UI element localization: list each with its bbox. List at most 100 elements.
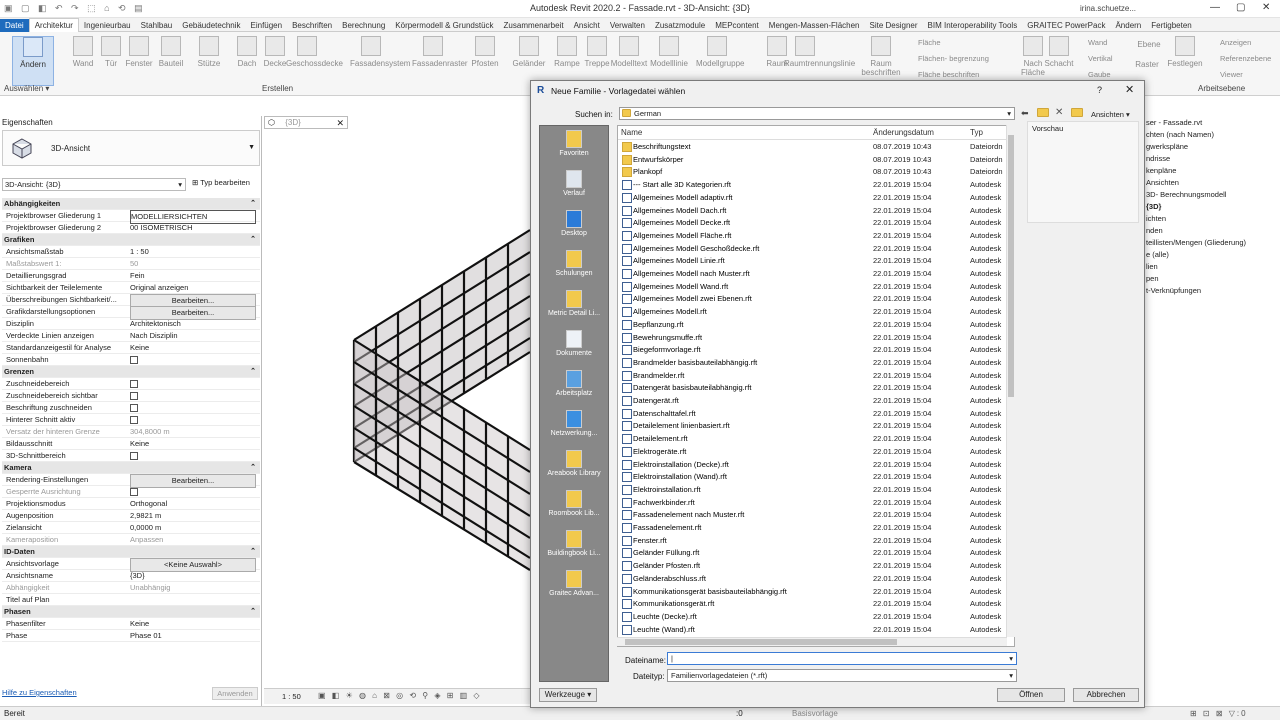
up-folder-icon[interactable] [1037,108,1049,119]
tab-14[interactable]: Mengen-Massen-Flächen [764,19,865,33]
cancel-button[interactable]: Abbrechen [1073,688,1139,702]
opening-wall-button[interactable]: Wand [1088,38,1107,47]
tab-13[interactable]: MEPcontent [710,19,764,33]
checkbox[interactable] [130,416,138,424]
place-item[interactable]: Roombook Lib... [540,490,608,517]
instance-filter-select[interactable]: 3D-Ansicht: {3D} ▾ [2,178,186,191]
browser-item[interactable]: t-Verknüpfungen [1146,286,1201,295]
place-item[interactable]: Buildingbook Li... [540,530,608,557]
place-item[interactable]: Desktop [540,210,608,237]
browser-item[interactable]: kenpläne [1146,166,1176,175]
file-row[interactable]: Elektrogeräte.rft 22.01.2019 15:04 Autodes… [618,446,1006,458]
column-date[interactable]: Änderungsdatum [873,128,934,137]
scroll-thumb[interactable] [1008,135,1014,397]
place-item[interactable]: Favoriten [540,130,608,157]
property-value[interactable]: Original anzeigen [130,282,256,294]
property-value[interactable]: Anpassen [130,534,256,546]
tab-2[interactable]: Ingenieurbau [79,19,136,33]
selection-filter-icons[interactable]: ⊞ ⊡ ⊠ ▽:0 [1190,707,1248,720]
tab-11[interactable]: Verwalten [605,19,650,33]
property-value[interactable]: Keine [130,342,256,354]
property-group[interactable]: Phasen ⌃ [2,606,260,618]
file-row[interactable]: Kommunikationsgerät.rft 22.01.2019 15:04 A… [618,598,1006,610]
property-group[interactable]: Abhängigkeiten ⌃ [2,198,260,210]
place-item[interactable]: Graitec Advan... [540,570,608,597]
browser-item[interactable]: pen [1146,274,1159,283]
file-row[interactable]: Fassadenelement nach Muster.rft 22.01.201… [618,509,1006,521]
browser-item[interactable]: {3D} [1146,202,1161,211]
view-scale[interactable]: 1 : 50 [282,692,301,701]
opening-dormer-button[interactable]: Gaube [1088,70,1111,79]
tab-16[interactable]: BIM Interoperability Tools [923,19,1023,33]
help-button[interactable]: ? [1097,85,1102,95]
tab-9[interactable]: Zusammenarbeit [499,19,569,33]
property-group[interactable]: Kamera ⌃ [2,462,260,474]
browser-item[interactable]: nden [1146,226,1163,235]
tab-5[interactable]: Einfügen [246,19,288,33]
file-row[interactable]: Kommunikationsgerät basisbauteilabhängig… [618,586,1006,598]
property-group[interactable]: Grenzen ⌃ [2,366,260,378]
property-value[interactable]: Phase 01 [130,630,256,642]
close-icon[interactable]: ✕ [1262,2,1270,13]
file-row[interactable]: Allgemeines Modell Decke.rft 22.01.2019 1… [618,217,1006,229]
collapse-icon[interactable]: ⌃ [250,198,256,210]
file-row[interactable]: Leuchte (Wand).rft 22.01.2019 15:04 Autode… [618,624,1006,636]
ribbon-button-22[interactable]: Schacht [1038,36,1080,68]
dialog-close-icon[interactable]: ✕ [1125,83,1134,96]
file-row[interactable]: Detailelement.rft 22.01.2019 15:04 Autodes… [618,433,1006,445]
column-type[interactable]: Typ [970,128,983,137]
property-value[interactable]: {3D} [130,570,256,582]
browser-item[interactable]: ndrisse [1146,154,1170,163]
ribbon-button-9[interactable]: Fassadensystem [350,36,410,68]
tab-4[interactable]: Gebäudetechnik [177,19,245,33]
tab-15[interactable]: Site Designer [865,19,923,33]
view-tab-3d[interactable]: ⬡ {3D} ✕ [264,116,348,129]
minimize-icon[interactable]: — [1210,2,1220,13]
ribbon-button-11[interactable]: Pfosten [464,36,506,68]
tab-8[interactable]: Körpermodell & Grundstück [390,19,498,33]
edit-type-button[interactable]: ⊞ Typ bearbeiten [192,178,250,187]
place-item[interactable]: Dokumente [540,330,608,357]
property-group[interactable]: ID-Daten ⌃ [2,546,260,558]
views-menu[interactable]: Ansichten ▾ [1091,110,1130,119]
browser-item[interactable]: gwerkspläne [1146,142,1188,151]
tab-12[interactable]: Zusatzmodule [650,19,710,33]
collapse-icon[interactable]: ⌃ [250,462,256,474]
browser-item[interactable]: teillisten/Mengen (Gliederung) [1146,238,1246,247]
file-list-horizontal-scrollbar[interactable] [617,637,1007,646]
property-value[interactable]: 304,8000 m [130,426,256,438]
file-row[interactable]: Datengerät basisbauteilabhängig.rft 22.01… [618,382,1006,394]
file-row[interactable]: Fachwerkbinder.rft 22.01.2019 15:04 Autode… [618,497,1006,509]
file-row[interactable]: --- Start alle 3D Kategorien.rft 22.01.20… [618,179,1006,191]
file-row[interactable]: Allgemeines Modell Wand.rft 22.01.2019 15… [618,281,1006,293]
file-row[interactable]: Elektroinstallation (Decke).rft 22.01.201… [618,459,1006,471]
show-workplane-button[interactable]: Anzeigen [1220,38,1251,47]
area-button[interactable]: Fläche [918,38,941,47]
property-value[interactable]: Architektonisch [130,318,256,330]
delete-icon[interactable]: ✕ [1055,107,1063,118]
tab-6[interactable]: Beschriften [287,19,337,33]
opening-vertical-button[interactable]: Vertikal [1088,54,1113,63]
file-list-vertical-scrollbar[interactable] [1006,125,1015,637]
tab-7[interactable]: Berechnung [337,19,390,33]
checkbox[interactable] [130,488,138,496]
place-item[interactable]: Arbeitsplatz [540,370,608,397]
file-row[interactable]: Datenschalttafel.rft 22.01.2019 15:04 Auto… [618,408,1006,420]
checkbox[interactable] [130,356,138,364]
user-name[interactable]: irina.schuetze... [1080,4,1136,13]
place-item[interactable]: Schulungen [540,250,608,277]
drawing-canvas[interactable] [264,130,531,686]
tab-17[interactable]: GRAITEC PowerPack [1022,19,1110,33]
browser-item[interactable]: Ansichten [1146,178,1179,187]
property-value[interactable]: 00 ISOMETRISCH [130,222,256,234]
filetype-select[interactable]: Familienvorlagedateien (*.rft) ▾ [667,669,1017,682]
collapse-icon[interactable]: ⌃ [250,606,256,618]
close-icon[interactable]: ✕ [336,117,344,129]
workset-select[interactable]: Basisvorlage [792,707,838,720]
file-row[interactable]: Biegeformvorlage.rft 22.01.2019 15:04 Auto… [618,344,1006,356]
file-list[interactable]: Name Änderungsdatum Typ Beschriftungstex… [617,125,1015,647]
file-row[interactable]: Geländerabschluss.rft 22.01.2019 15:04 Aut… [618,573,1006,585]
file-row[interactable]: Elektroinstallation.rft 22.01.2019 15:04 A… [618,484,1006,496]
file-row[interactable]: Bepflanzung.rft 22.01.2019 15:04 Autodesk [618,319,1006,331]
ribbon-button-19[interactable]: Raumtrennungslinie [784,36,855,68]
